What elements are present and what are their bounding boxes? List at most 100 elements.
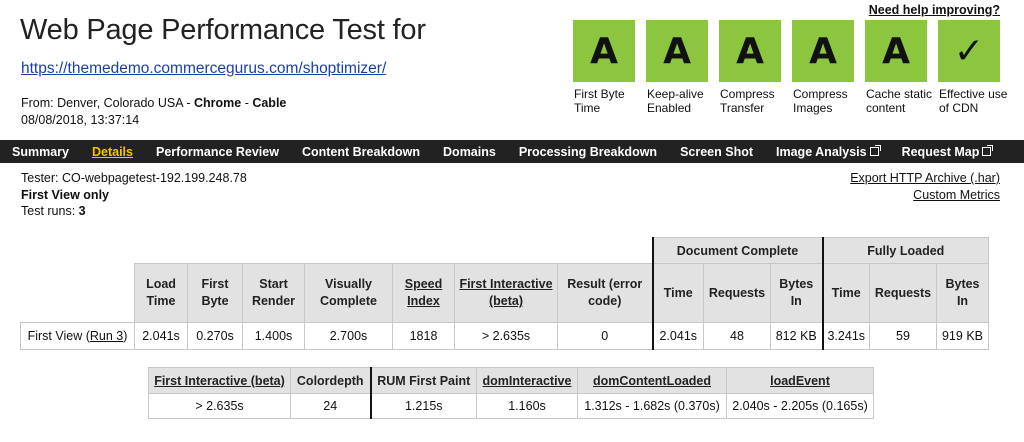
grade-label: Effective use of CDN [939, 87, 1008, 115]
separator: - [241, 96, 253, 110]
col-doc-bytes: Bytes In [770, 263, 824, 323]
visually-complete-value: 2.700s [304, 322, 393, 350]
colordepth-value: 24 [290, 393, 372, 419]
grade-keep-alive[interactable]: A Keep-alive Enabled [646, 20, 719, 115]
test-runs-value: 3 [78, 204, 86, 218]
location-text: From: Denver, Colorado USA - [21, 96, 194, 110]
help-improving-link[interactable]: Need help improving? [869, 3, 1000, 17]
grade-cache-static[interactable]: A Cache static content [865, 20, 938, 115]
nav-request-map[interactable]: Request Map [901, 144, 994, 159]
doc-complete-group: Document Complete [651, 237, 824, 264]
grade-label: Compress Images [793, 87, 848, 115]
nav-content-breakdown[interactable]: Content Breakdown [302, 145, 420, 159]
grade-badge[interactable]: A [646, 20, 708, 82]
load-time-value: 2.041s [134, 322, 188, 350]
col-speed-index[interactable]: Speed Index [392, 263, 455, 323]
doc-time-value: 2.041s [651, 322, 704, 350]
col-first-interactive[interactable]: First Interactive (beta) [148, 367, 291, 394]
nav-screen-shot[interactable]: Screen Shot [680, 145, 753, 159]
first-byte-value: 0.270s [187, 322, 243, 350]
test-location: From: Denver, Colorado USA - Chrome - Ca… [21, 96, 286, 110]
export-links: Export HTTP Archive (.har) Custom Metric… [850, 170, 1000, 204]
browser-name: Chrome [193, 96, 242, 110]
test-runs-label: Test runs: [21, 204, 79, 218]
nav-request-map-label: Request Map [901, 144, 980, 159]
nav-image-analysis[interactable]: Image Analysis [776, 144, 881, 159]
table-row: First View (Run 3) 2.041s 0.270s 1.400s … [20, 322, 989, 350]
checkmark-icon[interactable]: ✓ [938, 20, 1000, 82]
col-dom-content-loaded[interactable]: domContentLoaded [577, 367, 727, 394]
load-event-value: 2.040s - 2.205s (0.165s) [726, 393, 874, 419]
nav-processing-breakdown[interactable]: Processing Breakdown [519, 145, 657, 159]
col-load-event[interactable]: loadEvent [726, 367, 874, 394]
tester-id: Tester: CO-webpagetest-192.199.248.78 [21, 171, 247, 185]
custom-metrics-link[interactable]: Custom Metrics [850, 187, 1000, 204]
first-interactive-value: > 2.635s [148, 393, 291, 419]
col-full-time: Time [822, 263, 870, 323]
col-full-requests: Requests [869, 263, 937, 323]
run-3-link[interactable]: Run 3 [90, 329, 123, 343]
full-requests-value: 59 [869, 322, 937, 350]
grade-badge[interactable]: A [792, 20, 854, 82]
col-doc-requests: Requests [703, 263, 771, 323]
main-nav: Summary Details Performance Review Conte… [0, 140, 1024, 163]
nav-performance-review[interactable]: Performance Review [156, 145, 279, 159]
row-label: First View (Run 3) [20, 322, 135, 350]
col-colordepth: Colordepth [290, 367, 372, 394]
grade-label: Compress Transfer [720, 87, 775, 115]
col-full-bytes: Bytes In [936, 263, 989, 323]
col-start-render: Start Render [242, 263, 305, 323]
col-dom-interactive[interactable]: domInteractive [476, 367, 578, 394]
result-value: 0 [557, 322, 653, 350]
first-interactive-value: > 2.635s [454, 322, 558, 350]
grade-label: First Byte Time [574, 87, 625, 115]
col-rum-first-paint: RUM First Paint [370, 367, 477, 394]
summary-table: Document Complete Fully Loaded Load Time… [20, 237, 989, 350]
grade-compress-images[interactable]: A Compress Images [792, 20, 865, 115]
full-bytes-value: 919 KB [936, 322, 989, 350]
nav-image-analysis-label: Image Analysis [776, 144, 867, 159]
speed-index-value: 1818 [392, 322, 455, 350]
nav-details[interactable]: Details [92, 145, 133, 159]
start-render-value: 1.400s [242, 322, 305, 350]
nav-summary[interactable]: Summary [12, 145, 69, 159]
row-label-header [20, 263, 135, 323]
test-date: 08/08/2018, 13:37:14 [21, 113, 140, 127]
row-label-text: First View ( [27, 329, 90, 343]
grade-badge[interactable]: A [865, 20, 927, 82]
col-first-interactive[interactable]: First Interactive (beta) [454, 263, 558, 323]
col-load-time: Load Time [134, 263, 188, 323]
dom-interactive-value: 1.160s [476, 393, 578, 419]
grade-compress-transfer[interactable]: A Compress Transfer [719, 20, 792, 115]
external-link-icon [869, 145, 881, 156]
col-doc-time: Time [651, 263, 704, 323]
connection-type: Cable [252, 96, 287, 110]
header-spacer [20, 237, 653, 264]
doc-bytes-value: 812 KB [770, 322, 824, 350]
dom-content-loaded-value: 1.312s - 1.682s (0.370s) [577, 393, 727, 419]
col-visually-complete: Visually Complete [304, 263, 393, 323]
grade-badge[interactable]: A [719, 20, 781, 82]
grade-summary: A First Byte Time A Keep-alive Enabled A Co… [573, 20, 1011, 115]
tested-url-link[interactable]: https://themedemo.commercegurus.com/shop… [21, 60, 386, 78]
rum-first-paint-value: 1.215s [370, 393, 477, 419]
page-title: Web Page Performance Test for [20, 14, 426, 46]
detail-metrics-table: First Interactive (beta) Colordepth RUM … [148, 367, 874, 419]
col-first-byte: First Byte [187, 263, 243, 323]
fully-loaded-group: Fully Loaded [822, 237, 989, 264]
doc-requests-value: 48 [703, 322, 771, 350]
test-runs: Test runs: 3 [21, 203, 247, 220]
grade-cdn[interactable]: ✓ Effective use of CDN [938, 20, 1011, 115]
table-row: > 2.635s 24 1.215s 1.160s 1.312s - 1.682… [148, 393, 874, 419]
grade-label: Cache static content [866, 87, 933, 115]
grade-badge[interactable]: A [573, 20, 635, 82]
grade-label: Keep-alive Enabled [647, 87, 704, 115]
external-link-icon [982, 145, 994, 156]
export-har-link[interactable]: Export HTTP Archive (.har) [850, 170, 1000, 187]
full-time-value: 3.241s [822, 322, 870, 350]
row-label-close: ) [123, 329, 128, 343]
grade-first-byte[interactable]: A First Byte Time [573, 20, 646, 115]
nav-domains[interactable]: Domains [443, 145, 496, 159]
col-result: Result (error code) [557, 263, 653, 323]
test-info: Tester: CO-webpagetest-192.199.248.78 Fi… [21, 170, 247, 220]
